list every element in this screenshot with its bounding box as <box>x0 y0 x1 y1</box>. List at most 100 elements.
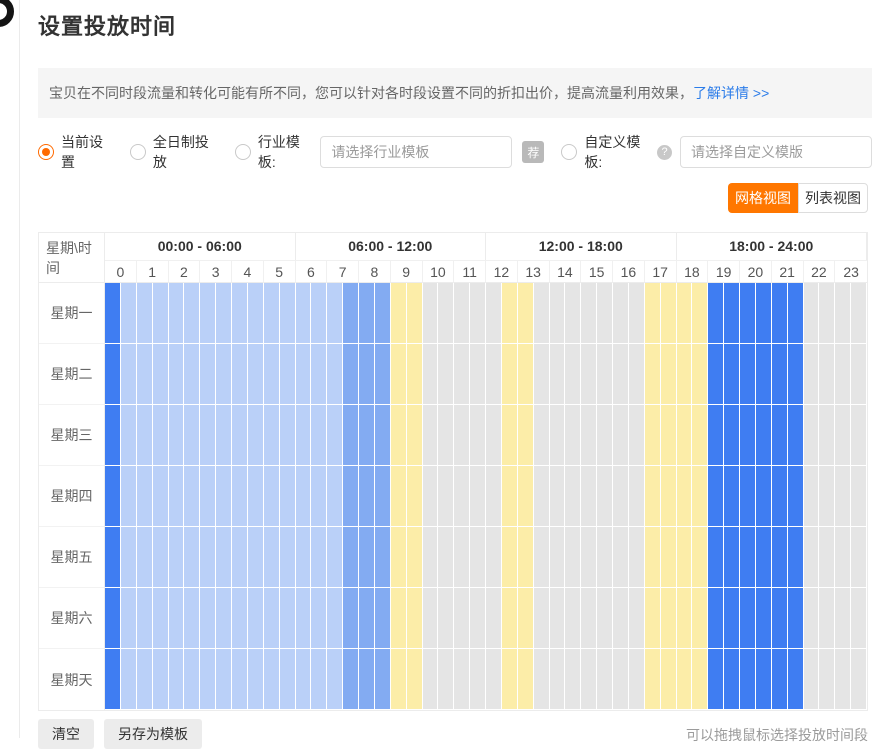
time-cell[interactable] <box>296 527 312 588</box>
time-cell[interactable] <box>407 283 423 344</box>
time-cell[interactable] <box>359 344 375 405</box>
time-cell[interactable] <box>819 527 835 588</box>
time-cell[interactable] <box>708 344 724 405</box>
time-cell[interactable] <box>629 405 645 466</box>
time-cell[interactable] <box>486 588 502 649</box>
time-cell[interactable] <box>296 588 312 649</box>
time-cell[interactable] <box>581 405 597 466</box>
time-cell[interactable] <box>184 588 200 649</box>
time-cell[interactable] <box>629 283 645 344</box>
time-cell[interactable] <box>311 527 327 588</box>
radio-label-industry[interactable]: 行业模板: <box>258 132 313 172</box>
time-cell[interactable] <box>565 405 581 466</box>
time-cell[interactable] <box>200 649 216 710</box>
time-cell[interactable] <box>248 649 264 710</box>
time-cell[interactable] <box>661 405 677 466</box>
time-cell[interactable] <box>708 283 724 344</box>
time-cell[interactable] <box>629 344 645 405</box>
time-cell[interactable] <box>327 527 343 588</box>
hour-header[interactable]: 7 <box>327 260 359 283</box>
time-cell[interactable] <box>819 405 835 466</box>
time-cell[interactable] <box>819 466 835 527</box>
time-cell[interactable] <box>264 344 280 405</box>
time-cell[interactable] <box>470 649 486 710</box>
time-cell[interactable] <box>264 527 280 588</box>
time-cell[interactable] <box>835 283 851 344</box>
time-cell[interactable] <box>423 405 439 466</box>
time-cell[interactable] <box>391 649 407 710</box>
time-cell[interactable] <box>597 588 613 649</box>
time-cell[interactable] <box>454 588 470 649</box>
time-range-header[interactable]: 12:00 - 18:00 <box>486 233 677 260</box>
time-cell[interactable] <box>232 283 248 344</box>
time-cell[interactable] <box>454 405 470 466</box>
time-cell[interactable] <box>137 466 153 527</box>
time-cell[interactable] <box>788 344 804 405</box>
time-cell[interactable] <box>105 283 121 344</box>
time-cell[interactable] <box>581 283 597 344</box>
time-cell[interactable] <box>740 527 756 588</box>
hour-header[interactable]: 19 <box>708 260 740 283</box>
time-cell[interactable] <box>677 649 693 710</box>
time-cell[interactable] <box>661 649 677 710</box>
time-cell[interactable] <box>740 405 756 466</box>
time-cell[interactable] <box>502 344 518 405</box>
time-cell[interactable] <box>819 283 835 344</box>
time-cell[interactable] <box>518 405 534 466</box>
time-cell[interactable] <box>391 283 407 344</box>
hour-header[interactable]: 20 <box>740 260 772 283</box>
time-cell[interactable] <box>264 466 280 527</box>
time-cell[interactable] <box>184 344 200 405</box>
time-cell[interactable] <box>153 405 169 466</box>
time-cell[interactable] <box>248 344 264 405</box>
time-cell[interactable] <box>391 588 407 649</box>
time-cell[interactable] <box>216 588 232 649</box>
time-cell[interactable] <box>375 527 391 588</box>
radio-icon-current[interactable] <box>38 144 54 160</box>
time-cell[interactable] <box>280 588 296 649</box>
hour-header[interactable]: 21 <box>772 260 804 283</box>
time-cell[interactable] <box>486 466 502 527</box>
time-cell[interactable] <box>470 283 486 344</box>
time-cell[interactable] <box>534 405 550 466</box>
time-cell[interactable] <box>438 344 454 405</box>
time-cell[interactable] <box>629 466 645 527</box>
time-cell[interactable] <box>232 405 248 466</box>
time-cell[interactable] <box>184 466 200 527</box>
time-cell[interactable] <box>153 283 169 344</box>
learn-more-link[interactable]: 了解详情 >> <box>693 83 769 103</box>
time-cell[interactable] <box>581 466 597 527</box>
time-cell[interactable] <box>169 283 185 344</box>
time-cell[interactable] <box>391 527 407 588</box>
time-cell[interactable] <box>121 527 137 588</box>
time-cell[interactable] <box>375 588 391 649</box>
time-cell[interactable] <box>121 466 137 527</box>
time-cell[interactable] <box>550 283 566 344</box>
time-cell[interactable] <box>518 283 534 344</box>
time-cell[interactable] <box>264 588 280 649</box>
time-cell[interactable] <box>756 466 772 527</box>
time-cell[interactable] <box>502 283 518 344</box>
time-cell[interactable] <box>804 344 820 405</box>
time-cell[interactable] <box>788 527 804 588</box>
time-cell[interactable] <box>327 283 343 344</box>
time-cell[interactable] <box>184 649 200 710</box>
radio-icon-fullday[interactable] <box>130 144 146 160</box>
time-cell[interactable] <box>280 466 296 527</box>
time-cell[interactable] <box>740 466 756 527</box>
time-cell[interactable] <box>407 527 423 588</box>
day-label[interactable]: 星期一 <box>39 283 105 344</box>
time-cell[interactable] <box>565 344 581 405</box>
time-cell[interactable] <box>534 466 550 527</box>
time-cell[interactable] <box>692 649 708 710</box>
time-cell[interactable] <box>692 588 708 649</box>
time-cell[interactable] <box>565 527 581 588</box>
time-cell[interactable] <box>534 283 550 344</box>
time-cell[interactable] <box>343 344 359 405</box>
time-cell[interactable] <box>327 588 343 649</box>
time-cell[interactable] <box>677 466 693 527</box>
time-cell[interactable] <box>724 588 740 649</box>
time-cell[interactable] <box>216 283 232 344</box>
time-cell[interactable] <box>613 344 629 405</box>
time-cell[interactable] <box>550 649 566 710</box>
